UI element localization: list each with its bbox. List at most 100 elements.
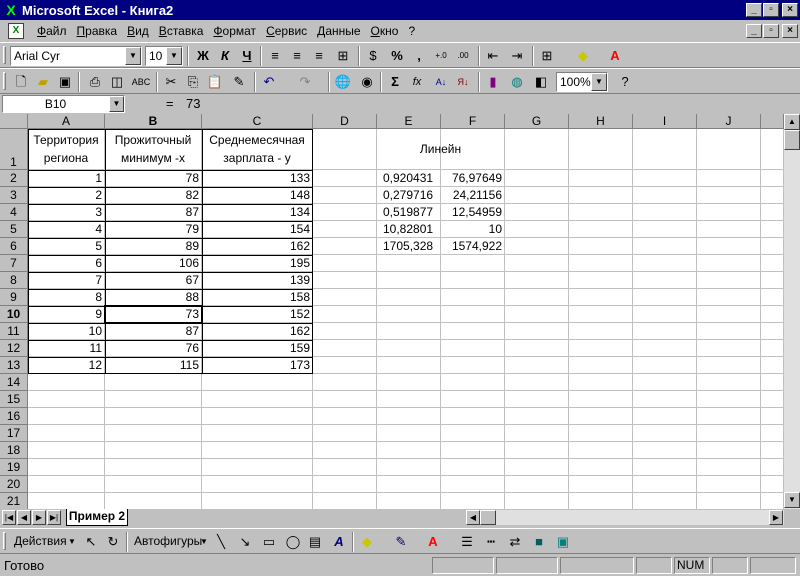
column-header[interactable]: A [28, 114, 105, 129]
grid-cell[interactable] [633, 374, 697, 391]
grid-cell[interactable] [441, 391, 505, 408]
table-cell[interactable]: 3 [28, 204, 105, 221]
chart-wizard-icon[interactable]: ▮ [482, 72, 504, 92]
grid-cell[interactable] [313, 442, 377, 459]
grid-cell[interactable] [313, 408, 377, 425]
grid-cell[interactable] [377, 289, 441, 306]
column-header[interactable]: I [633, 114, 697, 129]
hscroll-thumb[interactable] [480, 510, 496, 525]
align-center-icon[interactable]: ≡ [286, 46, 308, 66]
table-cell[interactable]: 79 [105, 221, 202, 238]
grid-cell[interactable] [697, 289, 761, 306]
table-cell[interactable]: 89 [105, 238, 202, 255]
grid-cell[interactable] [697, 374, 761, 391]
grid-cell[interactable] [633, 459, 697, 476]
grid-cell[interactable] [697, 221, 761, 238]
vertical-scrollbar[interactable]: ▲ ▼ [784, 114, 800, 509]
dash-style-icon[interactable]: ┅ [480, 532, 502, 552]
linest-cell[interactable]: 0,519877 [377, 204, 441, 221]
column-header[interactable]: B [105, 114, 202, 129]
fill-color-icon[interactable]: ◆ [356, 532, 378, 552]
table-cell[interactable]: 67 [105, 272, 202, 289]
column-title-c[interactable]: Среднемесячная зарплата - у [202, 129, 313, 170]
grid-cell[interactable] [761, 476, 784, 493]
grid-cell[interactable] [633, 170, 697, 187]
table-cell[interactable]: 11 [28, 340, 105, 357]
row-header[interactable]: 4 [0, 204, 28, 221]
grid-cell[interactable] [761, 129, 784, 170]
next-sheet-icon[interactable]: ▶ [32, 510, 46, 525]
row-header[interactable]: 21 [0, 493, 28, 509]
grid-cell[interactable] [697, 238, 761, 255]
italic-button[interactable]: К [214, 46, 236, 66]
grid-cell[interactable] [633, 476, 697, 493]
borders-icon[interactable]: ⊞ [536, 46, 558, 66]
decrease-decimal-icon[interactable]: .00 [452, 46, 474, 66]
grid-cell[interactable] [761, 187, 784, 204]
grid-cell[interactable] [633, 255, 697, 272]
formula-equals[interactable]: = [166, 96, 174, 111]
table-cell[interactable]: 159 [202, 340, 313, 357]
grid-cell[interactable] [569, 238, 633, 255]
grid-cell[interactable] [761, 374, 784, 391]
grid-cell[interactable] [505, 272, 569, 289]
grid-cell[interactable] [633, 391, 697, 408]
grid-cell[interactable] [697, 408, 761, 425]
row-header[interactable]: 3 [0, 187, 28, 204]
hyperlink-icon[interactable]: 🌐 [332, 72, 354, 92]
grid-cell[interactable] [377, 323, 441, 340]
row-header[interactable]: 5 [0, 221, 28, 238]
grid-cell[interactable] [633, 493, 697, 509]
help-icon[interactable]: ? [614, 72, 636, 92]
drawing-icon[interactable]: ◧ [530, 72, 552, 92]
row-header[interactable]: 8 [0, 272, 28, 289]
underline-button[interactable]: Ч [236, 46, 258, 66]
grid-cell[interactable] [28, 459, 105, 476]
table-cell[interactable]: 9 [28, 306, 105, 323]
grid-cell[interactable] [697, 187, 761, 204]
table-cell[interactable]: 1 [28, 170, 105, 187]
grid-cell[interactable] [697, 442, 761, 459]
grid-cell[interactable] [569, 204, 633, 221]
grid-cell[interactable] [697, 170, 761, 187]
table-cell[interactable]: 158 [202, 289, 313, 306]
grid-cell[interactable] [441, 493, 505, 509]
grid-cell[interactable] [761, 459, 784, 476]
scroll-thumb[interactable] [784, 130, 800, 150]
grid-cell[interactable] [313, 391, 377, 408]
grid-cell[interactable] [633, 221, 697, 238]
grid-cell[interactable] [441, 425, 505, 442]
row-header[interactable]: 17 [0, 425, 28, 442]
grid-cell[interactable] [377, 493, 441, 509]
grid-cell[interactable] [377, 272, 441, 289]
increase-indent-icon[interactable]: ⇥ [506, 46, 528, 66]
grid-cell[interactable] [313, 374, 377, 391]
restore-button[interactable]: ▫ [763, 3, 779, 17]
table-cell[interactable]: 162 [202, 238, 313, 255]
grid-cell[interactable] [441, 255, 505, 272]
doc-close-button[interactable]: × [782, 24, 798, 38]
web-toolbar-icon[interactable]: ◉ [356, 72, 378, 92]
linest-cell[interactable]: 1574,922 [441, 238, 505, 255]
table-cell[interactable]: 8 [28, 289, 105, 306]
menu-item[interactable]: Правка [72, 24, 123, 38]
grid-cell[interactable] [377, 374, 441, 391]
table-cell[interactable]: 76 [105, 340, 202, 357]
grid-cell[interactable] [313, 357, 377, 374]
grid-cell[interactable] [105, 442, 202, 459]
grid-cell[interactable] [441, 306, 505, 323]
grid-cell[interactable] [202, 459, 313, 476]
menu-item[interactable]: Данные [312, 24, 365, 38]
row-header[interactable]: 10 [0, 306, 28, 323]
function-button[interactable]: fx [406, 72, 428, 92]
fill-color-icon[interactable]: ◆ [572, 46, 594, 66]
grid-cell[interactable] [313, 255, 377, 272]
grid-cell[interactable] [377, 408, 441, 425]
table-cell[interactable]: 10 [28, 323, 105, 340]
grid-cell[interactable] [761, 221, 784, 238]
grid-cell[interactable] [313, 272, 377, 289]
grid-cell[interactable] [28, 391, 105, 408]
grid-cell[interactable] [697, 391, 761, 408]
zoom-combo[interactable]: 100% ▼ [556, 72, 608, 92]
linest-label[interactable]: Линейн [377, 141, 505, 158]
